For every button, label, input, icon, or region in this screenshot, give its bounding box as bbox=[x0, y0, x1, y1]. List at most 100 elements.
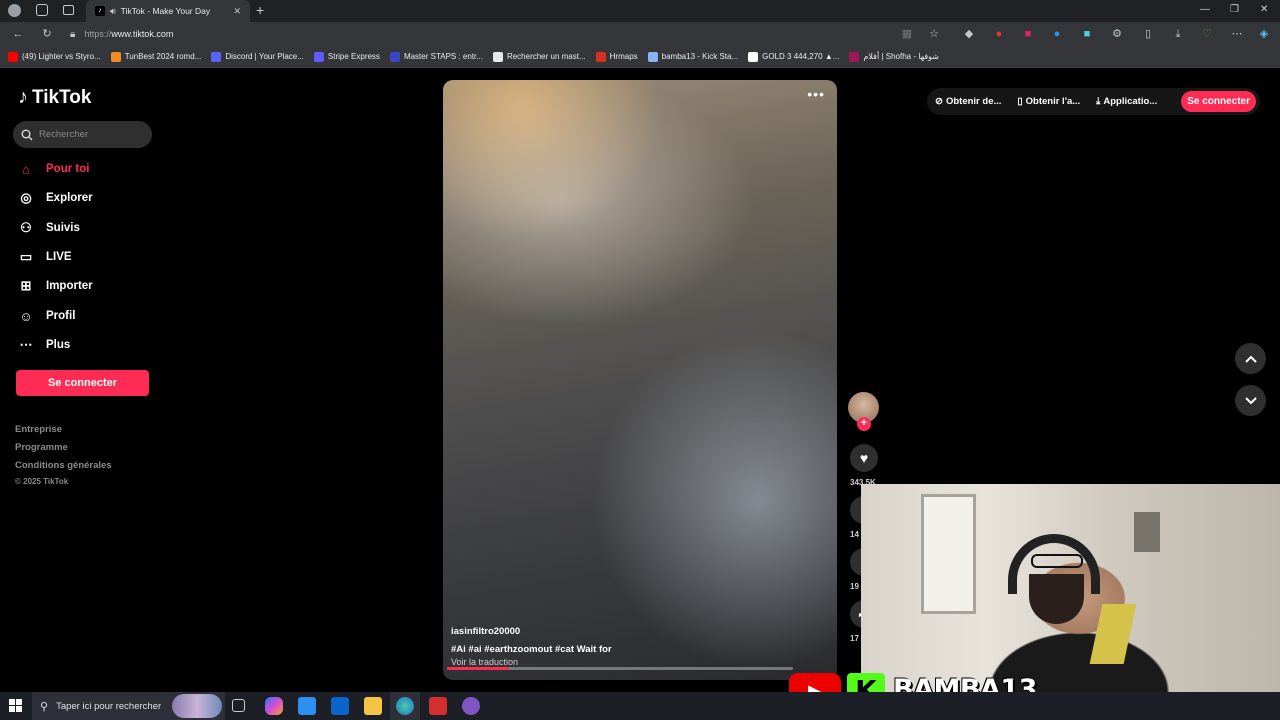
video-progress-bar[interactable] bbox=[447, 667, 793, 670]
settings-more-icon[interactable]: ⋯ bbox=[1230, 27, 1244, 41]
footer-link-program[interactable]: Programme bbox=[15, 442, 68, 453]
close-tab-icon[interactable]: ✕ bbox=[233, 6, 241, 17]
like-button[interactable]: ♥ bbox=[850, 444, 878, 472]
bookmark-item[interactable]: Rechercher un mast... bbox=[492, 51, 586, 62]
bookmark-label: Hrmaps bbox=[609, 52, 638, 61]
home-icon: ⌂ bbox=[22, 161, 30, 177]
get-app-button[interactable]: ▯ Obtenir l'a... bbox=[1009, 96, 1088, 107]
follow-plus-icon[interactable]: + bbox=[857, 417, 871, 431]
url-host: www.tiktok.com bbox=[111, 29, 174, 39]
task-view-icon[interactable] bbox=[232, 699, 245, 712]
share-count: 17 bbox=[850, 634, 859, 643]
bookmark-item[interactable]: TunBest 2024 romd... bbox=[110, 51, 202, 62]
extension-2-icon[interactable]: ● bbox=[992, 27, 1006, 41]
windows-start-icon[interactable] bbox=[9, 699, 22, 712]
comment-count: 14 bbox=[850, 530, 859, 539]
taskbar-search-icon: ⚲ bbox=[40, 700, 49, 713]
copilot-icon[interactable]: ◈ bbox=[1257, 27, 1271, 41]
copilot-taskbar-icon[interactable] bbox=[265, 697, 283, 715]
video-caption[interactable]: #Ai #ai #earthzoomout #cat Wait for bbox=[451, 644, 612, 655]
extension-3-icon[interactable]: ■ bbox=[1021, 27, 1035, 41]
bookmark-item[interactable]: Hrmaps bbox=[595, 51, 638, 62]
header-login-button[interactable]: Se connecter bbox=[1181, 91, 1256, 112]
new-tab-button[interactable]: + bbox=[256, 2, 264, 18]
bookmark-label: Master STAPS : entr... bbox=[403, 52, 483, 61]
close-window-icon[interactable]: ✕ bbox=[1260, 4, 1268, 15]
footer-link-company[interactable]: Entreprise bbox=[15, 424, 62, 435]
back-icon[interactable]: ← bbox=[11, 27, 25, 41]
split-screen-icon[interactable]: ▯ bbox=[1141, 27, 1155, 41]
extension-4-icon[interactable]: ● bbox=[1050, 27, 1064, 41]
app-red-icon[interactable] bbox=[429, 697, 447, 715]
refresh-icon[interactable]: ↻ bbox=[40, 27, 54, 41]
following-icon: ⚇ bbox=[20, 220, 32, 235]
minimize-icon[interactable]: — bbox=[1200, 4, 1210, 15]
address-bar[interactable]: 🔒︎ https:// www.tiktok.com bbox=[70, 25, 950, 43]
profile-avatar-icon[interactable] bbox=[8, 4, 21, 17]
bookmark-favicon-icon bbox=[748, 51, 759, 62]
bookmark-favicon-icon bbox=[110, 51, 121, 62]
save-count: 19 bbox=[850, 582, 859, 591]
nav-more[interactable]: ⋯ Plus bbox=[18, 334, 158, 356]
bookmark-item[interactable]: Master STAPS : entr... bbox=[389, 51, 483, 62]
audio-playing-icon[interactable]: 🔊︎ bbox=[110, 6, 116, 17]
get-coins-button[interactable]: ⊘ Obtenir de... bbox=[927, 96, 1009, 107]
webcam-overlay bbox=[861, 484, 1280, 692]
tab-actions-icon[interactable] bbox=[63, 5, 74, 15]
search-input[interactable]: Rechercher bbox=[13, 121, 152, 148]
bookmark-label: TunBest 2024 romd... bbox=[124, 52, 202, 61]
search-icon bbox=[21, 129, 33, 140]
file-explorer-icon[interactable] bbox=[364, 697, 382, 715]
video-author[interactable]: iasinfiltro20000 bbox=[451, 626, 520, 637]
nav-upload[interactable]: ⊞ Importer bbox=[18, 275, 158, 297]
extension-1-icon[interactable]: ◆ bbox=[962, 27, 976, 41]
reader-mode-icon[interactable]: ▦ bbox=[900, 27, 914, 41]
get-app-label: Obtenir l'a... bbox=[1025, 96, 1081, 107]
webcam-background-frame bbox=[1134, 512, 1160, 552]
extensions-puzzle-icon[interactable]: ⚙︎ bbox=[1110, 27, 1124, 41]
video-player[interactable]: ••• iasinfiltro20000 #Ai #ai #earthzoomo… bbox=[443, 80, 837, 680]
store-icon[interactable] bbox=[298, 697, 316, 715]
desktop-app-button[interactable]: ⤓ Applicatio... bbox=[1088, 96, 1165, 107]
see-translation-link[interactable]: Voir la traduction bbox=[451, 657, 518, 667]
favorite-star-icon[interactable]: ☆ bbox=[927, 27, 941, 41]
chevron-up-icon bbox=[1244, 355, 1257, 363]
app-purple-icon[interactable] bbox=[462, 697, 480, 715]
bookmark-favicon-icon bbox=[211, 51, 222, 62]
bookmark-item[interactable]: Stripe Express bbox=[313, 51, 380, 62]
video-more-options-icon[interactable]: ••• bbox=[807, 86, 825, 102]
performance-icon[interactable]: ♡ bbox=[1200, 27, 1214, 41]
maximize-icon[interactable]: ❐ bbox=[1230, 4, 1239, 15]
bookmark-favicon-icon bbox=[389, 51, 400, 62]
sidebar-login-button[interactable]: Se connecter bbox=[16, 370, 149, 396]
bookmark-favicon-icon bbox=[313, 51, 324, 62]
workspaces-icon[interactable] bbox=[36, 4, 48, 16]
tiktok-logo[interactable]: ♪ TikTok bbox=[18, 86, 91, 109]
phone-icon: ▯ bbox=[1017, 96, 1023, 107]
nav-live[interactable]: ▭ LIVE bbox=[18, 246, 158, 268]
extension-5-icon[interactable]: ■ bbox=[1080, 27, 1094, 41]
bookmark-item[interactable]: bamba13 - Kick Sta... bbox=[647, 51, 738, 62]
outlook-icon[interactable] bbox=[331, 697, 349, 715]
tab-tiktok[interactable]: ♪ 🔊︎ TikTok - Make Your Day ✕ bbox=[86, 0, 250, 22]
nav-following[interactable]: ⚇ Suivis bbox=[18, 217, 158, 239]
webcam-beard bbox=[1029, 574, 1084, 624]
bookmark-label: Stripe Express bbox=[327, 52, 380, 61]
upload-icon: ⊞ bbox=[20, 278, 32, 293]
nav-profile[interactable]: ☺ Profil bbox=[18, 305, 158, 327]
bookmark-label: GOLD 3 444,270 ▲... bbox=[762, 52, 840, 61]
footer-link-terms[interactable]: Conditions générales bbox=[15, 460, 112, 471]
site-info-icon[interactable]: 🔒︎ bbox=[70, 29, 75, 40]
bookmark-item[interactable]: (49) Lighter vs Styro... bbox=[8, 51, 101, 62]
browser-tab-bar: ♪ 🔊︎ TikTok - Make Your Day ✕ + — ❐ ✕ bbox=[0, 0, 1280, 22]
bookmark-item[interactable]: أفلام | Shofha - شوفها bbox=[849, 51, 939, 62]
webcam-background-window bbox=[921, 494, 976, 614]
nav-explore[interactable]: ◎ Explorer bbox=[18, 187, 158, 209]
downloads-icon[interactable]: ⤓ bbox=[1171, 27, 1185, 41]
bookmark-item[interactable]: Discord | Your Place... bbox=[211, 51, 304, 62]
previous-video-button[interactable] bbox=[1235, 343, 1266, 374]
bookmarks-bar: (49) Lighter vs Styro... TunBest 2024 rom… bbox=[0, 46, 1280, 68]
bookmark-item[interactable]: GOLD 3 444,270 ▲... bbox=[748, 51, 840, 62]
next-video-button[interactable] bbox=[1235, 385, 1266, 416]
nav-for-you[interactable]: ⌂ Pour toi bbox=[18, 158, 158, 180]
